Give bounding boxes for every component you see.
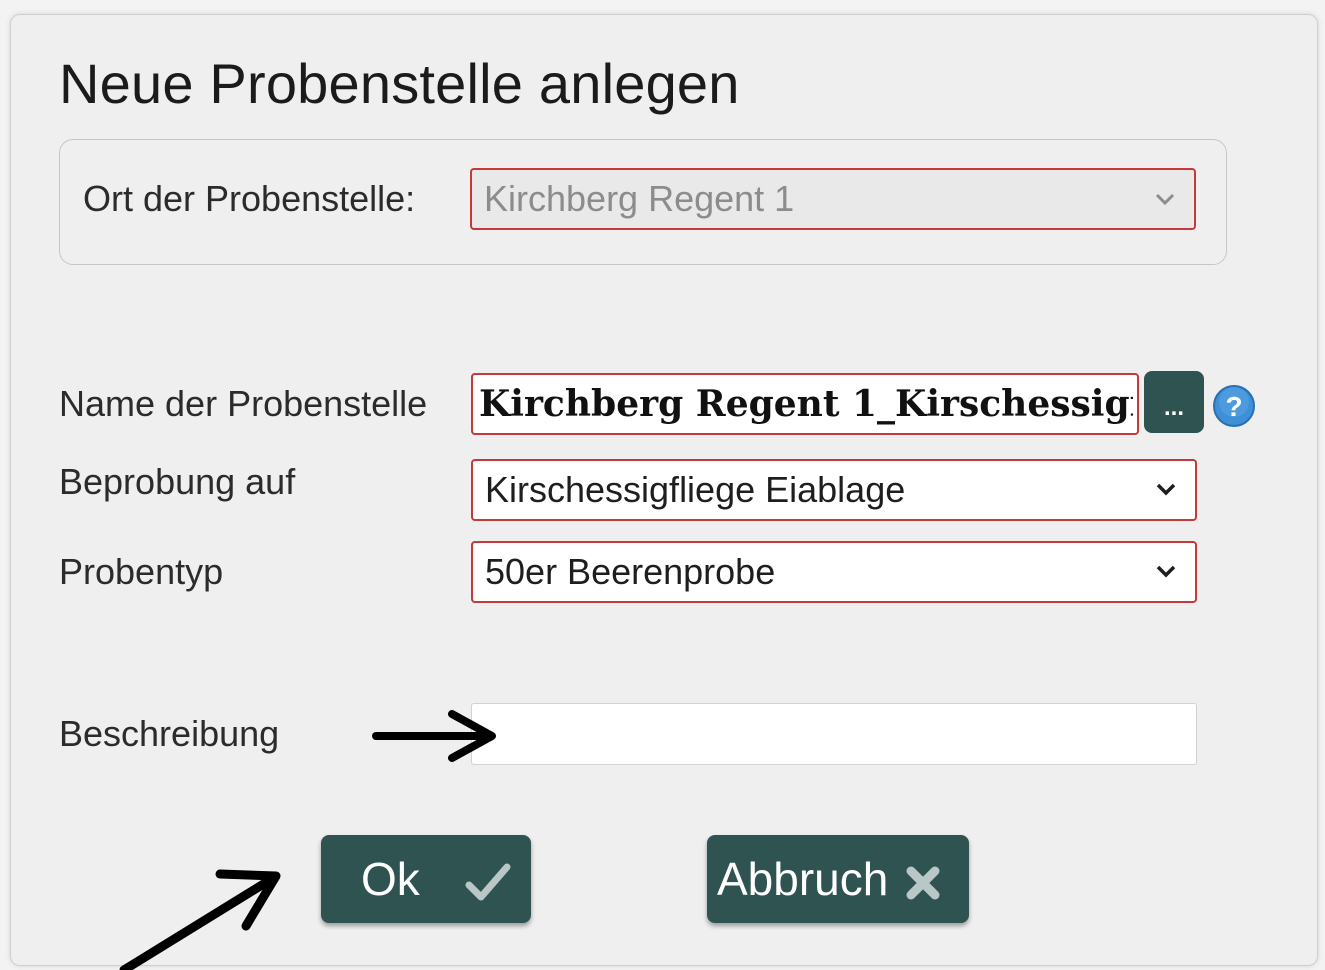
name-label: Name der Probenstelle xyxy=(59,383,428,424)
location-label: Ort der Probenstelle: xyxy=(83,178,416,219)
description-input[interactable] xyxy=(471,703,1197,765)
ok-button[interactable]: Ok xyxy=(321,835,531,923)
arrow-annotation-icon xyxy=(119,869,281,970)
new-sample-site-dialog: Neue Probenstelle anlegen Ort der Proben… xyxy=(10,14,1318,966)
name-options-button[interactable]: ... xyxy=(1144,371,1204,433)
target-select-value: Kirschessigfliege Eiablage xyxy=(485,469,906,510)
ok-button-label: Ok xyxy=(361,853,420,905)
name-input[interactable]: Kirchberg Regent 1_Kirschessigfli xyxy=(471,373,1139,435)
screen: Neue Probenstelle anlegen Ort der Proben… xyxy=(0,0,1325,970)
type-select-value: 50er Beerenprobe xyxy=(485,551,776,592)
chevron-down-icon xyxy=(1155,193,1175,206)
location-select-value: Kirchberg Regent 1 xyxy=(484,178,795,219)
help-question-icon[interactable]: ? xyxy=(1212,384,1256,428)
chevron-down-icon xyxy=(1156,565,1176,578)
target-select[interactable]: Kirschessigfliege Eiablage xyxy=(471,459,1197,521)
cancel-button-label: Abbruch xyxy=(717,853,889,905)
type-select[interactable]: 50er Beerenprobe xyxy=(471,541,1197,603)
location-fieldset: Ort der Probenstelle: Kirchberg Regent 1 xyxy=(59,139,1227,265)
location-select[interactable]: Kirchberg Regent 1 xyxy=(470,168,1196,230)
target-label: Beprobung auf xyxy=(59,461,296,502)
cross-icon xyxy=(906,866,940,900)
checkmark-icon xyxy=(465,863,511,901)
arrow-annotation-icon xyxy=(372,710,496,762)
name-input-value: Kirchberg Regent 1_Kirschessigfli xyxy=(479,383,1133,425)
description-label: Beschreibung xyxy=(59,713,280,754)
svg-text:?: ? xyxy=(1225,391,1242,422)
dialog-title: Neue Probenstelle anlegen xyxy=(59,52,740,115)
cancel-button[interactable]: Abbruch xyxy=(707,835,969,923)
chevron-down-icon xyxy=(1156,483,1176,496)
type-label: Probentyp xyxy=(59,551,224,592)
